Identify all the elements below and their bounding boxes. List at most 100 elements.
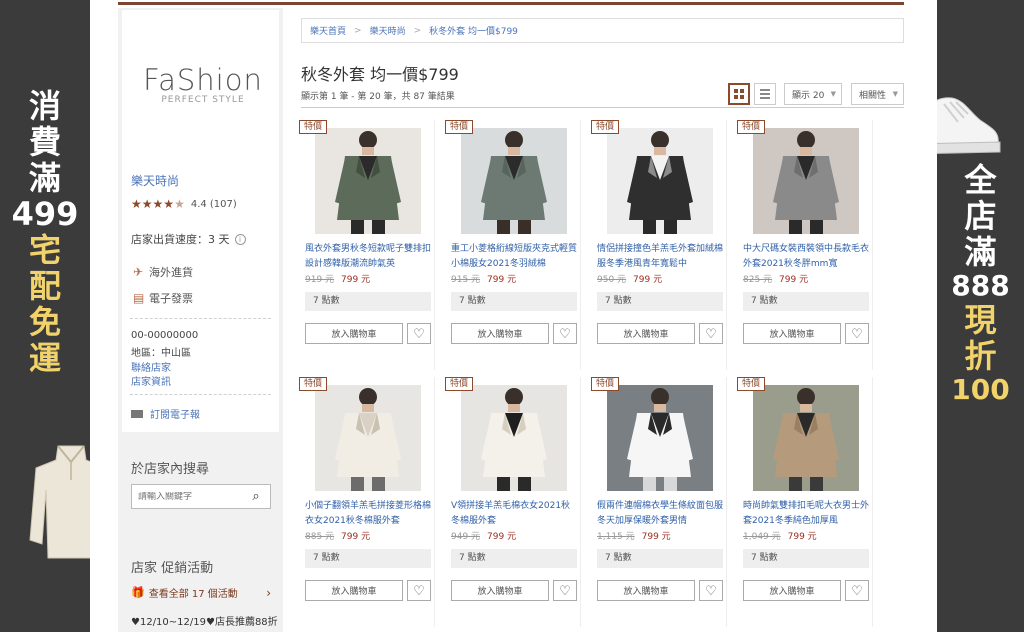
store-rating[interactable]: ★ ★ ★ ★ ★ 4.4 (107): [131, 198, 237, 210]
grid-view-toggle[interactable]: [728, 83, 750, 105]
add-to-cart-button[interactable]: 放入購物車: [451, 580, 549, 601]
contact-store-link[interactable]: 聯絡店家: [131, 359, 171, 374]
store-name-link[interactable]: 樂天時尚: [131, 172, 179, 189]
add-to-cart-button[interactable]: 放入購物車: [305, 580, 403, 601]
store-area: 地區：中山區: [131, 348, 191, 359]
star-icon: ★: [163, 197, 175, 211]
original-price: 949 元: [451, 532, 481, 542]
store-search-input[interactable]: [132, 491, 244, 502]
product-prices: 919 元 799 元: [305, 272, 370, 285]
product-image[interactable]: [607, 385, 713, 491]
reward-points: 7 點數: [597, 549, 723, 568]
mail-icon: [131, 409, 143, 418]
banner-char: 配: [28, 267, 61, 305]
product-image[interactable]: [753, 128, 859, 234]
product-image[interactable]: [461, 128, 567, 234]
product-image[interactable]: [607, 128, 713, 234]
shipping-speed-text: 店家出貨速度：3 天: [131, 233, 230, 246]
heart-icon[interactable]: ♡: [553, 580, 577, 601]
product-card[interactable]: 特價 小個子翻領羊羔毛拼接菱形格棉衣女2021秋冬棉服外套 885 元 799 …: [299, 377, 435, 627]
product-name-link[interactable]: 假兩件連帽棉衣學生條紋面包服冬天加厚保暖外套男情: [597, 499, 725, 529]
product-card[interactable]: 特價 重工小菱格絎線短版夾克式輕質小棉服女2021冬羽絨棉 915 元 799 …: [445, 120, 581, 370]
sale-badge: 特價: [591, 120, 620, 134]
product-image[interactable]: [461, 385, 567, 491]
original-price: 885 元: [305, 532, 335, 542]
original-price: 919 元: [305, 275, 335, 285]
result-count: 顯示第 1 筆 - 第 20 筆，共 87 筆結果: [301, 92, 455, 102]
subscribe-newsletter-link[interactable]: 訂閱電子報: [131, 406, 200, 421]
gift-icon: 🎁: [131, 586, 145, 599]
product-prices: 915 元 799 元: [451, 272, 516, 285]
original-price: 1,115 元: [597, 532, 635, 542]
feature-invoice: ▤ 電子發票: [133, 290, 193, 306]
product-name-link[interactable]: 情侶拼接撞色羊羔毛外套加絨棉服冬季港風青年寬鬆中: [597, 242, 725, 272]
product-name-link[interactable]: 時尚帥氣雙排扣毛呢大衣男士外套2021冬季純色加厚風: [743, 499, 871, 529]
add-to-cart-button[interactable]: 放入購物車: [743, 580, 841, 601]
product-card[interactable]: 特價 時尚帥氣雙排扣毛呢大衣男士外套2021冬季純色加厚風 1,049 元 79…: [737, 377, 873, 627]
half-star-icon: ★: [174, 197, 185, 211]
sale-badge: 特價: [299, 377, 328, 391]
sale-badge: 特價: [445, 120, 474, 134]
store-logo[interactable]: FaShion PERFECT STYLE: [138, 63, 268, 106]
breadcrumb-current[interactable]: 秋冬外套 均一價$799: [429, 24, 518, 37]
product-name-link[interactable]: 風衣外套男秋冬短款呢子雙排扣設計感韓版潮流帥氣英: [305, 242, 433, 272]
product-name-link[interactable]: 小個子翻領羊羔毛拼接菱形格棉衣女2021秋冬棉服外套: [305, 499, 433, 529]
add-to-cart-button[interactable]: 放入購物車: [305, 323, 403, 344]
list-view-toggle[interactable]: [754, 83, 776, 105]
sort-select[interactable]: 相關性 ▼: [851, 83, 904, 105]
add-to-cart-button[interactable]: 放入購物車: [597, 580, 695, 601]
heart-icon[interactable]: ♡: [845, 323, 869, 344]
add-to-cart-button[interactable]: 放入購物車: [597, 323, 695, 344]
product-name-link[interactable]: 重工小菱格絎線短版夾克式輕質小棉服女2021冬羽絨棉: [451, 242, 579, 272]
promo-link-label: 查看全部 17 個活動: [148, 589, 238, 600]
product-card[interactable]: 特價 風衣外套男秋冬短款呢子雙排扣設計感韓版潮流帥氣英 919 元 799 元 …: [299, 120, 435, 370]
chevron-down-icon: ▼: [892, 90, 898, 98]
plane-icon: ✈: [133, 265, 144, 279]
banner-char: 滿: [28, 159, 61, 197]
product-image[interactable]: [315, 128, 421, 234]
product-name-link[interactable]: 中大尺碼女裝西裝領中長款毛衣外套2021秋冬胖mm寬: [743, 242, 871, 272]
product-image[interactable]: [753, 385, 859, 491]
product-card[interactable]: 特價 中大尺碼女裝西裝領中長款毛衣外套2021秋冬胖mm寬 825 元 799 …: [737, 120, 873, 370]
heart-icon[interactable]: ♡: [407, 323, 431, 344]
heart-icon[interactable]: ♡: [699, 323, 723, 344]
store-info-link[interactable]: 店家資訊: [131, 373, 171, 388]
store-phone: 00-00000000: [131, 330, 199, 341]
breadcrumb-category[interactable]: 樂天時尚: [370, 24, 406, 37]
info-icon[interactable]: i: [234, 233, 246, 245]
product-card[interactable]: 特價 V領拼接羊羔毛棉衣女2021秋冬棉服外套 949 元 799 元 7 點數…: [445, 377, 581, 627]
product-name-link[interactable]: V領拼接羊羔毛棉衣女2021秋冬棉服外套: [451, 499, 579, 529]
product-prices: 949 元 799 元: [451, 529, 516, 542]
view-all-promos-link[interactable]: 🎁 查看全部 17 個活動 ›: [131, 585, 271, 601]
add-to-cart-button[interactable]: 放入購物車: [743, 323, 841, 344]
breadcrumb-home[interactable]: 樂天首頁: [310, 24, 346, 37]
heart-icon[interactable]: ♡: [699, 580, 723, 601]
per-page-value: 顯示 20: [792, 90, 825, 101]
logo-text: FaShion: [143, 63, 263, 97]
product-image[interactable]: [315, 385, 421, 491]
heart-icon[interactable]: ♡: [845, 580, 869, 601]
chevron-down-icon: ▼: [830, 90, 836, 98]
sale-price: 799 元: [787, 532, 817, 542]
store-search-box: ⌕: [131, 484, 271, 509]
sale-price: 799 元: [779, 275, 809, 285]
promo-note[interactable]: ♥12/10~12/19♥店長推薦88折: [131, 613, 278, 628]
star-icon: ★: [152, 197, 164, 211]
heart-icon[interactable]: ♡: [407, 580, 431, 601]
promo-title: 店家 促銷活動: [131, 561, 214, 576]
product-prices: 1,115 元 799 元: [597, 529, 671, 542]
heart-icon[interactable]: ♡: [553, 323, 577, 344]
product-prices: 885 元 799 元: [305, 529, 370, 542]
divider: [130, 318, 271, 319]
sale-badge: 特價: [737, 377, 766, 391]
search-icon[interactable]: ⌕: [244, 489, 268, 504]
per-page-select[interactable]: 顯示 20 ▼: [784, 83, 842, 105]
subscribe-label: 訂閱電子報: [150, 410, 200, 421]
product-card[interactable]: 特價 情侶拼接撞色羊羔毛外套加絨棉服冬季港風青年寬鬆中 950 元 799 元 …: [591, 120, 727, 370]
add-to-cart-button[interactable]: 放入購物車: [451, 323, 549, 344]
feature-overseas: ✈ 海外進貨: [133, 264, 193, 280]
reward-points: 7 點數: [743, 292, 869, 311]
banner-char: 店: [964, 197, 997, 235]
reward-points: 7 點數: [451, 549, 577, 568]
product-card[interactable]: 特價 假兩件連帽棉衣學生條紋面包服冬天加厚保暖外套男情 1,115 元 799 …: [591, 377, 727, 627]
